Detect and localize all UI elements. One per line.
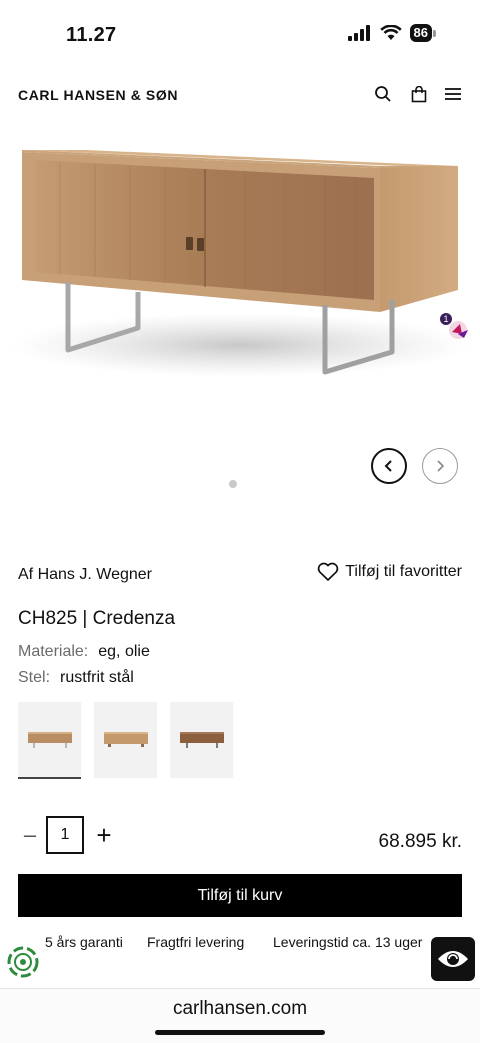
chevron-left-icon — [384, 460, 392, 472]
add-to-cart-label: Tilføj til kurv — [197, 886, 283, 904]
battery-indicator: 86 — [409, 24, 436, 42]
battery-tip — [433, 29, 436, 37]
spec-material: Materiale: eg, olie — [18, 643, 150, 661]
spec-frame: Stel: rustfrit stål — [18, 669, 134, 687]
spec-key: Materiale: — [18, 643, 89, 660]
browser-url-bar[interactable]: carlhansen.com — [0, 988, 480, 1043]
designer-name[interactable]: Af Hans J. Wegner — [18, 566, 152, 584]
status-icons: 86 — [347, 24, 436, 42]
spec-value: eg, olie — [98, 643, 150, 660]
quantity-input[interactable]: 1 — [46, 816, 84, 854]
site-header: CARL HANSEN & SØN — [0, 80, 480, 110]
brand-logo[interactable]: CARL HANSEN & SØN — [18, 87, 178, 103]
product-image — [10, 150, 470, 377]
variant-thumbnails — [18, 702, 233, 779]
eco-badge-icon[interactable] — [6, 945, 40, 979]
variant-image — [104, 732, 148, 747]
chat-badge-count: 1 — [443, 314, 449, 324]
add-to-cart-button[interactable]: Tilføj til kurv — [18, 874, 462, 917]
variant-image — [180, 732, 224, 748]
signal-icon — [347, 25, 370, 41]
quantity-decrease-button[interactable]: – — [18, 822, 42, 848]
usp-strip: 5 års garanti Fragtfri levering Levering… — [0, 934, 480, 958]
spec-value: rustfrit stål — [60, 669, 134, 686]
spec-key: Stel: — [18, 669, 51, 686]
status-time: 11.27 — [66, 24, 117, 46]
product-title: CH825 | Credenza — [18, 608, 176, 629]
product-price: 68.895 kr. — [378, 831, 462, 852]
usp-item: Fragtfri levering — [147, 934, 245, 950]
bag-icon[interactable] — [408, 83, 430, 105]
favorite-button[interactable]: Tilføj til favoritter — [317, 562, 462, 582]
usp-item: Leveringstid ca. 13 uger — [273, 934, 423, 950]
favorite-label: Tilføj til favoritter — [345, 563, 462, 580]
carousel-prev-button[interactable] — [371, 448, 407, 484]
variant-thumbnail[interactable] — [94, 702, 157, 778]
chevron-right-icon — [437, 460, 445, 472]
eye-icon — [438, 951, 468, 967]
accessibility-button[interactable] — [431, 937, 475, 981]
home-indicator — [155, 1030, 325, 1035]
product-image-carousel[interactable]: 1 — [0, 120, 480, 510]
battery-level: 86 — [409, 24, 432, 42]
variant-thumbnail[interactable] — [170, 702, 233, 778]
usp-item: 5 års garanti — [45, 934, 123, 950]
heart-icon — [317, 562, 339, 581]
variant-thumbnail[interactable] — [18, 702, 81, 779]
wifi-icon — [379, 25, 402, 40]
menu-icon[interactable] — [442, 83, 464, 105]
variant-image — [28, 732, 72, 748]
search-icon[interactable] — [372, 83, 394, 105]
status-bar: 11.27 86 — [0, 0, 480, 64]
carousel-next-button[interactable] — [422, 448, 458, 484]
quantity-increase-button[interactable]: + — [92, 820, 116, 851]
carousel-dot[interactable] — [229, 480, 237, 488]
url-text[interactable]: carlhansen.com — [0, 998, 480, 1020]
quantity-stepper: – 1 + — [18, 816, 116, 854]
